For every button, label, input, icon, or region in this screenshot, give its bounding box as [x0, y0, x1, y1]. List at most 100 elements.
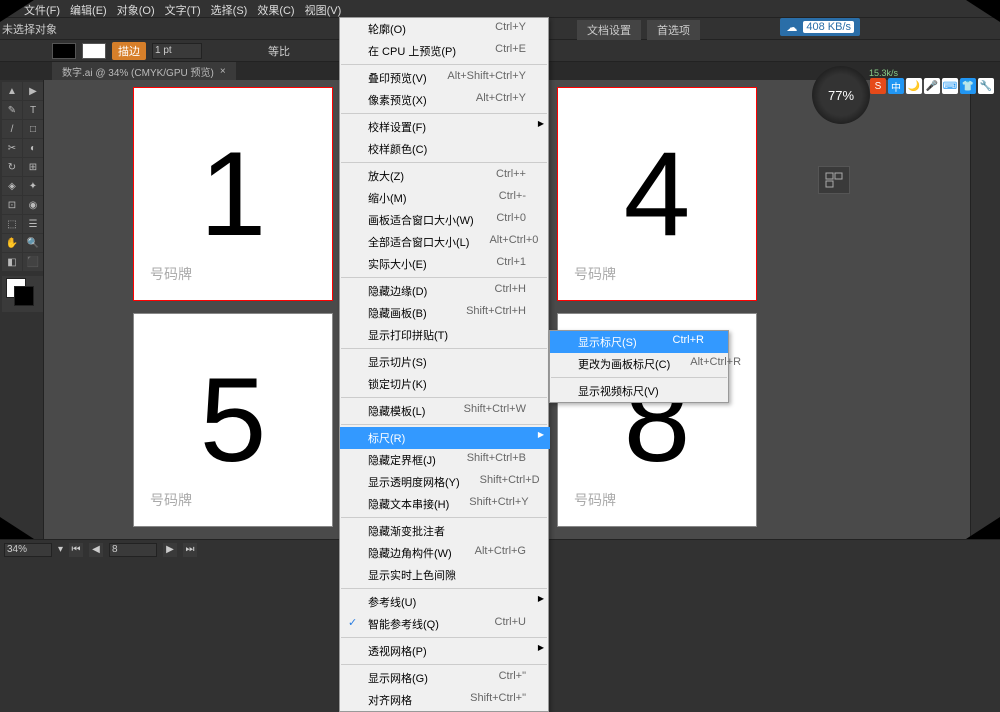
menu-item[interactable]: 对齐网格Shift+Ctrl+"	[340, 689, 550, 711]
color-well[interactable]	[2, 276, 43, 312]
menu-item[interactable]: 实际大小(E)Ctrl+1	[340, 253, 550, 275]
artboard[interactable]: 1号码牌	[134, 88, 332, 300]
tool-11[interactable]: ✦	[23, 177, 43, 195]
ime-button[interactable]: 👕	[960, 78, 976, 94]
tool-3[interactable]: T	[23, 101, 43, 119]
last-page-icon[interactable]: ⏭	[183, 543, 197, 557]
tool-14[interactable]: ⬚	[2, 215, 22, 233]
menu-item[interactable]: 更改为画板标尺(C)Alt+Ctrl+R	[550, 353, 728, 375]
menu-item[interactable]: 隐藏边角构件(W)Alt+Ctrl+G	[340, 542, 550, 564]
ime-button[interactable]: 🌙	[906, 78, 922, 94]
ime-button[interactable]: 🔧	[978, 78, 994, 94]
menu-item-label: 透视网格(P)	[368, 643, 427, 659]
tool-9[interactable]: ⊞	[23, 158, 43, 176]
network-widget[interactable]: ☁ 408 KB/s	[780, 18, 860, 36]
menu-item[interactable]: 放大(Z)Ctrl++	[340, 165, 550, 187]
menu-item[interactable]: 在 CPU 上预览(P)Ctrl+E	[340, 40, 550, 62]
ime-button[interactable]: ⌨	[942, 78, 958, 94]
menu-item[interactable]: 隐藏文本串接(H)Shift+Ctrl+Y	[340, 493, 550, 515]
menu-item-label: 显示网格(G)	[368, 670, 428, 686]
tool-13[interactable]: ◉	[23, 196, 43, 214]
tab-active[interactable]: 数字.ai @ 34% (CMYK/GPU 预览) ×	[52, 62, 236, 81]
tool-15[interactable]: ☰	[23, 215, 43, 233]
artboard[interactable]: 4号码牌	[558, 88, 756, 300]
tool-6[interactable]: ✂	[2, 139, 22, 157]
tool-panel: ▲▶✎T/□✂◐↻⊞◈✦⊡◉⬚☰✋🔍◧⬛	[0, 80, 44, 539]
menu-item[interactable]: 隐藏模板(L)Shift+Ctrl+W	[340, 400, 550, 422]
tool-1[interactable]: ▶	[23, 82, 43, 100]
menu-item[interactable]: 显示切片(S)	[340, 351, 550, 373]
menu-item[interactable]: 显示实时上色间隙	[340, 564, 550, 586]
selection-status: 未选择对象	[2, 21, 57, 37]
stroke-label[interactable]: 描边	[112, 42, 146, 60]
menu-item[interactable]: 显示标尺(S)Ctrl+R	[550, 331, 728, 353]
menu-item[interactable]: 显示视频标尺(V)	[550, 380, 728, 402]
menu-item[interactable]: 显示透明度网格(Y)Shift+Ctrl+D	[340, 471, 550, 493]
stroke-swatch[interactable]	[82, 43, 106, 59]
menu-item[interactable]: 全部适合窗口大小(L)Alt+Ctrl+0	[340, 231, 550, 253]
menu-item[interactable]: 显示打印拼贴(T)	[340, 324, 550, 346]
tab-close-icon[interactable]: ×	[220, 66, 226, 77]
menu-item[interactable]: 参考线(U)▶	[340, 591, 550, 613]
menu-item[interactable]: 隐藏定界框(J)Shift+Ctrl+B	[340, 449, 550, 471]
tool-10[interactable]: ◈	[2, 177, 22, 195]
menu-item[interactable]: 显示网格(G)Ctrl+"	[340, 667, 550, 689]
menu-item[interactable]: 隐藏边缘(D)Ctrl+H	[340, 280, 550, 302]
menu-对象[interactable]: 对象(O)	[113, 0, 159, 17]
menu-item[interactable]: 标尺(R)▶	[340, 427, 550, 449]
menu-item[interactable]: 校样颜色(C)	[340, 138, 550, 160]
menu-item-label: 画板适合窗口大小(W)	[368, 212, 474, 228]
next-page-icon[interactable]: ▶	[163, 543, 177, 557]
ime-button[interactable]: 🎤	[924, 78, 940, 94]
tool-8[interactable]: ↻	[2, 158, 22, 176]
fill-swatch[interactable]	[52, 43, 76, 59]
check-icon: ✓	[348, 616, 357, 629]
menu-item[interactable]: 像素预览(X)Alt+Ctrl+Y	[340, 89, 550, 111]
menu-item-label: 在 CPU 上预览(P)	[368, 43, 456, 59]
right-panel-collapsed[interactable]	[970, 80, 1000, 539]
menu-文字[interactable]: 文字(T)	[161, 0, 205, 17]
ime-button[interactable]: S	[870, 78, 886, 94]
artboard-nav-input[interactable]	[109, 543, 157, 557]
tool-17[interactable]: 🔍	[23, 234, 43, 252]
menu-item[interactable]: 轮廓(O)Ctrl+Y	[340, 18, 550, 40]
menu-item[interactable]: ✓智能参考线(Q)Ctrl+U	[340, 613, 550, 635]
zoom-input[interactable]	[4, 543, 52, 557]
zoom-dropdown-icon[interactable]: ▾	[58, 544, 63, 555]
menu-item[interactable]: 透视网格(P)▶	[340, 640, 550, 662]
tool-18[interactable]: ◧	[2, 253, 22, 271]
menu-视图[interactable]: 视图(V)	[301, 0, 346, 17]
menu-shortcut: Shift+Ctrl+H	[466, 305, 526, 321]
menu-item[interactable]: 校样设置(F)▶	[340, 116, 550, 138]
tool-5[interactable]: □	[23, 120, 43, 138]
prev-page-icon[interactable]: ◀	[89, 543, 103, 557]
menu-item[interactable]: 隐藏画板(B)Shift+Ctrl+H	[340, 302, 550, 324]
tool-4[interactable]: /	[2, 120, 22, 138]
menu-item-label: 对齐网格	[368, 692, 412, 708]
menu-效果[interactable]: 效果(C)	[253, 0, 298, 17]
header-btn[interactable]: 文档设置	[577, 20, 641, 40]
tool-2[interactable]: ✎	[2, 101, 22, 119]
menu-item[interactable]: 缩小(M)Ctrl+-	[340, 187, 550, 209]
stroke-weight-input[interactable]	[152, 43, 202, 59]
menu-shortcut: Alt+Shift+Ctrl+Y	[447, 70, 526, 86]
menu-编辑[interactable]: 编辑(E)	[66, 0, 111, 17]
tool-16[interactable]: ✋	[2, 234, 22, 252]
menu-item[interactable]: 锁定切片(K)	[340, 373, 550, 395]
tool-19[interactable]: ⬛	[23, 253, 43, 271]
menu-item-label: 标尺(R)	[368, 430, 405, 446]
tool-7[interactable]: ◐	[23, 139, 43, 157]
menu-选择[interactable]: 选择(S)	[207, 0, 252, 17]
submenu-arrow-icon: ▶	[538, 594, 544, 603]
artboard[interactable]: 5号码牌	[134, 314, 332, 526]
tool-0[interactable]: ▲	[2, 82, 22, 100]
artboard-panel-icon[interactable]	[818, 166, 850, 194]
menu-item-label: 锁定切片(K)	[368, 376, 427, 392]
tool-12[interactable]: ⊡	[2, 196, 22, 214]
radial-widget[interactable]: 77% 15.3k/s	[812, 66, 870, 124]
menu-item[interactable]: 叠印预览(V)Alt+Shift+Ctrl+Y	[340, 67, 550, 89]
first-page-icon[interactable]: ⏮	[69, 543, 83, 557]
header-btn[interactable]: 首选项	[647, 20, 700, 40]
ime-button[interactable]: 中	[888, 78, 904, 94]
menu-item[interactable]: 画板适合窗口大小(W)Ctrl+0	[340, 209, 550, 231]
